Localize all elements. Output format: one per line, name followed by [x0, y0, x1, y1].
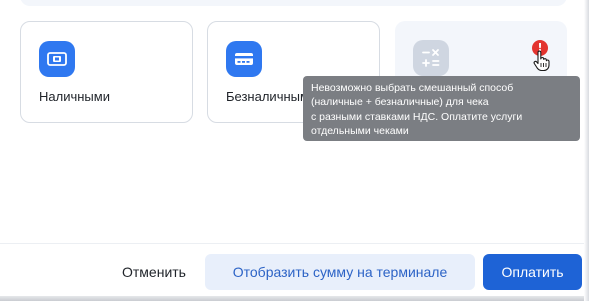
show-amount-on-terminal-button[interactable]: Отобразить сумму на терминале: [205, 254, 475, 290]
mixed-payment-tooltip: Невозможно выбрать смешанный способ (нал…: [303, 76, 580, 141]
tooltip-line: с разными ставками НДС. Оплатите услуги: [311, 110, 523, 123]
hand-cursor-icon: [533, 50, 550, 72]
calculator-icon: [413, 40, 449, 76]
pay-button[interactable]: Оплатить: [483, 254, 582, 290]
bottom-edge: [0, 296, 589, 301]
tooltip-line: (наличные + безналичные) для чека: [311, 96, 489, 109]
card-icon: [226, 41, 262, 77]
cash-icon: [39, 41, 75, 77]
top-panel: [20, 0, 567, 6]
tooltip-line: Невозможно выбрать смешанный способ: [311, 82, 514, 94]
payment-method-dialog: Наличными Безналичными ! Невозможно выбр…: [0, 0, 589, 301]
footer-divider: [0, 243, 589, 244]
cancel-button[interactable]: Отменить: [108, 254, 200, 290]
tooltip-line: отдельными чеками: [311, 125, 409, 138]
payment-method-cash-label: Наличными: [39, 89, 110, 104]
payment-method-cash[interactable]: Наличными: [20, 21, 193, 123]
right-edge: [584, 0, 589, 301]
